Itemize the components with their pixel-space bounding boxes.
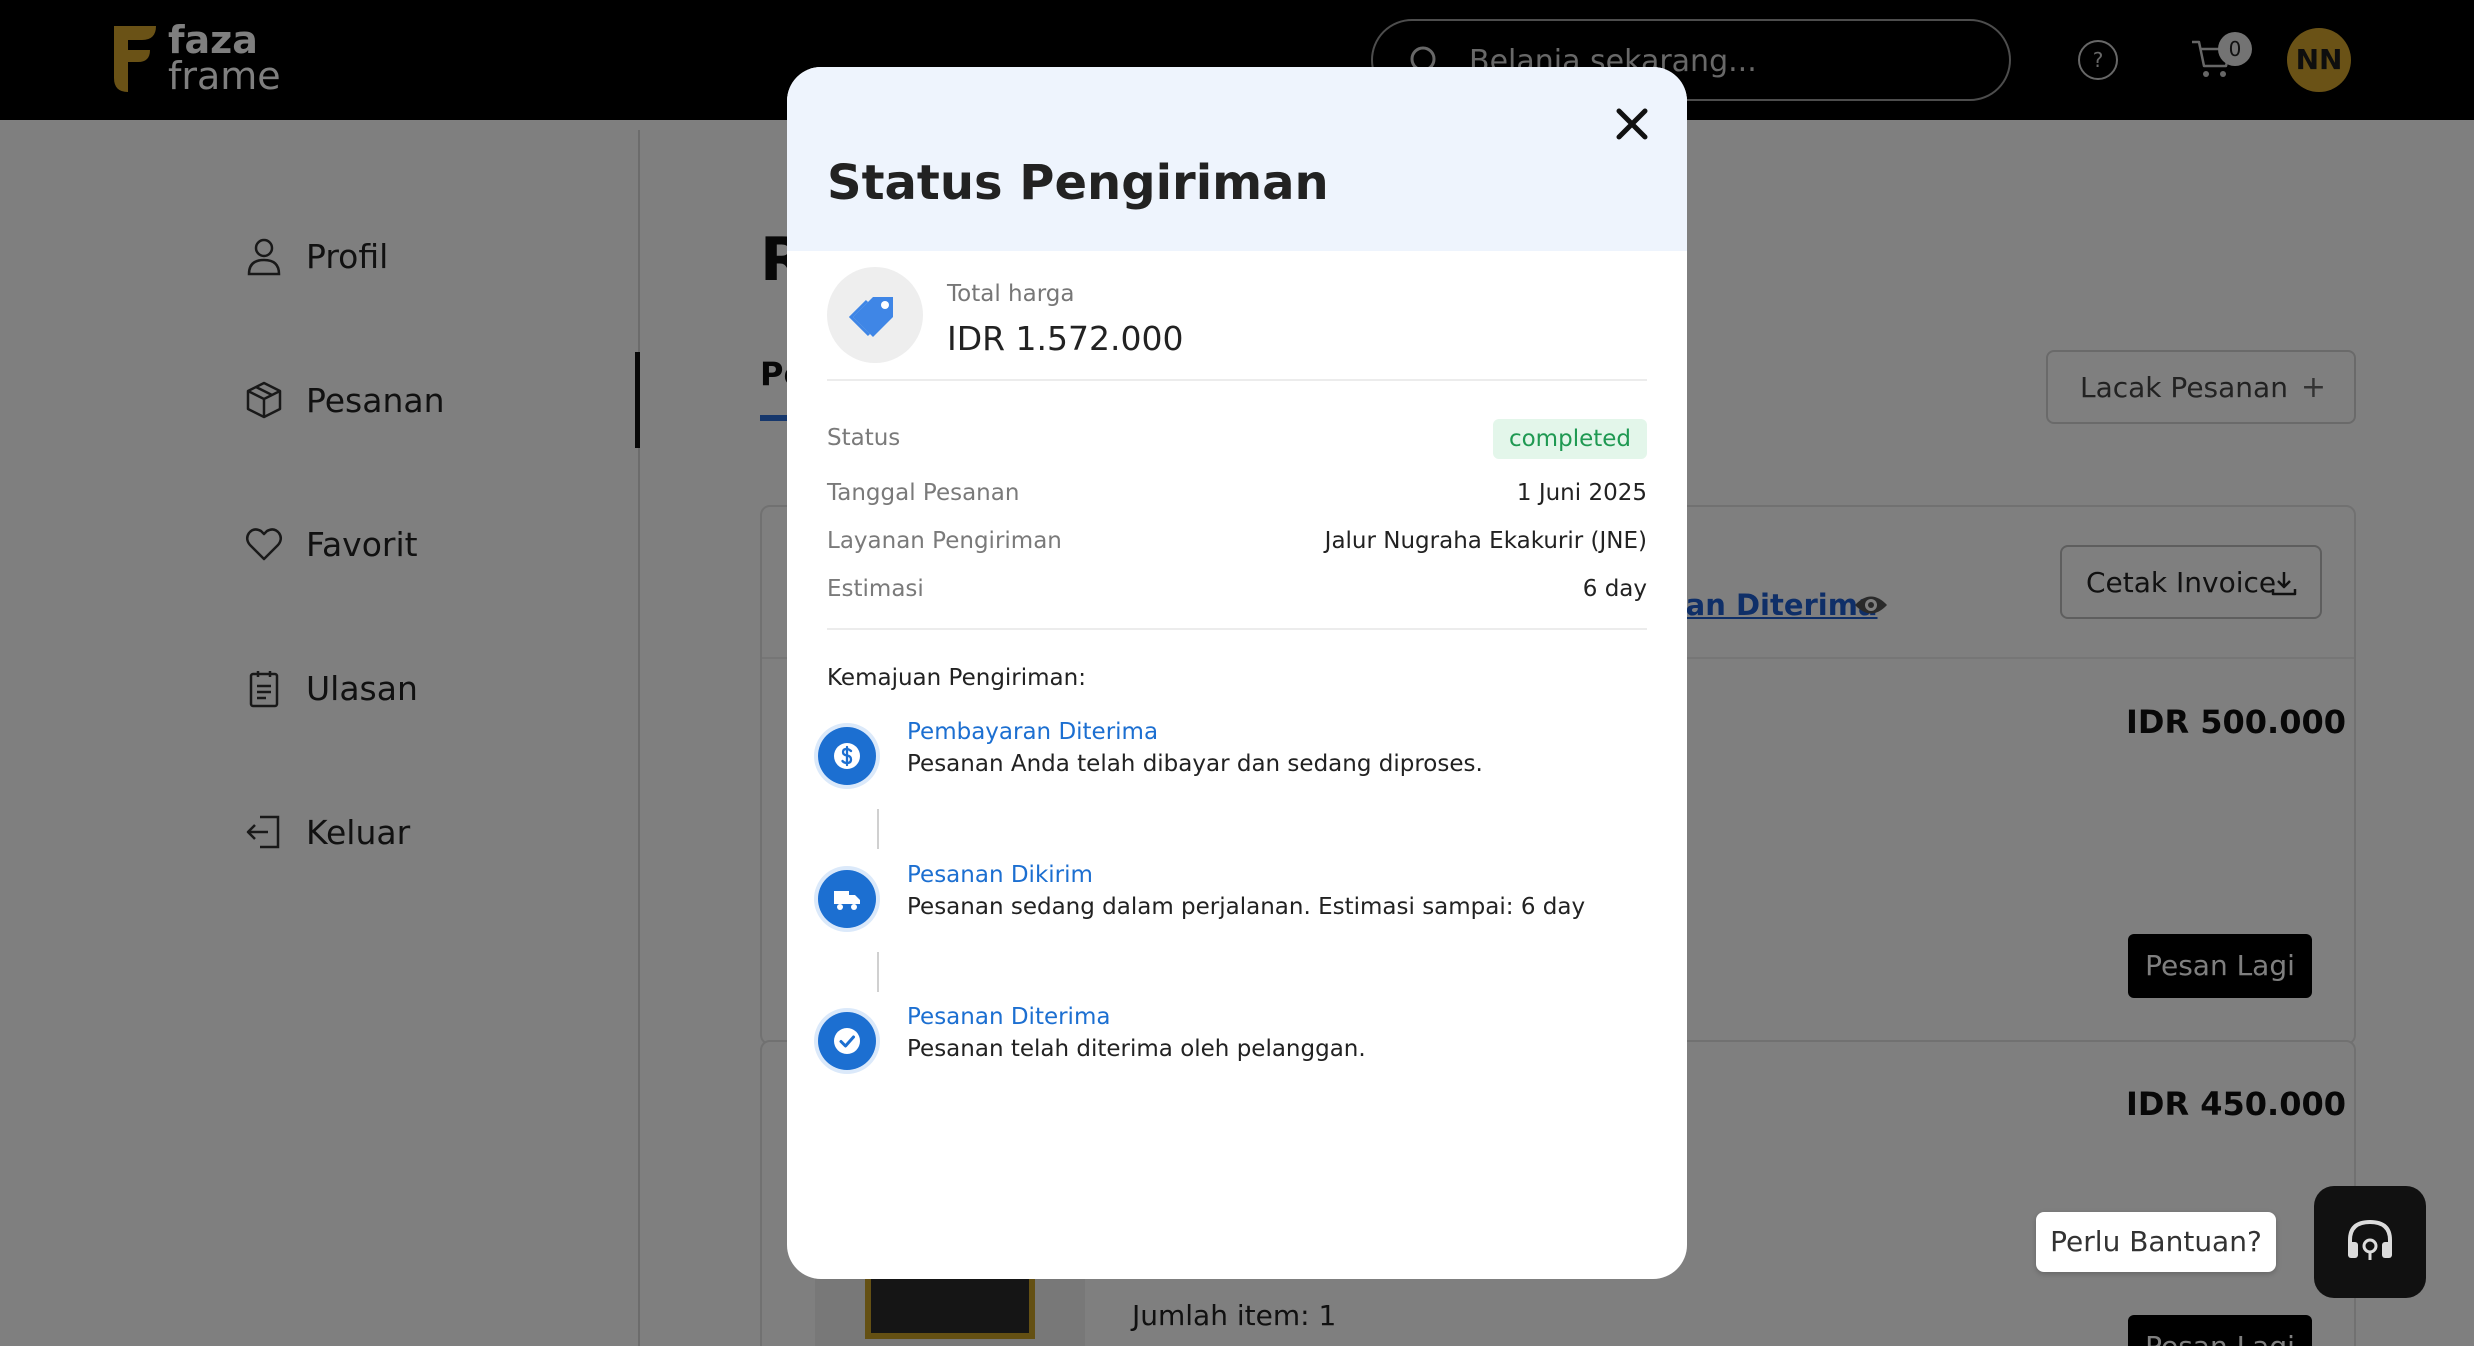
status-row: Status completed — [827, 419, 1647, 459]
step-badge — [818, 870, 876, 928]
check-icon — [834, 1028, 860, 1054]
price-tag-icon — [849, 297, 893, 337]
step-badge — [818, 1012, 876, 1070]
estimate-label: Estimasi — [827, 576, 924, 602]
progress-step: Pesanan Diterima Pesanan telah diterima … — [818, 1004, 1658, 1074]
modal-title: Status Pengiriman — [827, 155, 1329, 211]
step-title: Pesanan Diterima — [907, 1004, 1111, 1030]
step-title: Pesanan Dikirim — [907, 862, 1093, 888]
shipping-service-value: Jalur Nugraha Ekakurir (JNE) — [1324, 528, 1647, 554]
total-price-label: Total harga — [947, 281, 1075, 307]
help-tooltip[interactable]: Perlu Bantuan? — [2036, 1212, 2276, 1272]
estimate-value: 6 day — [1582, 576, 1647, 602]
progress-step: Pembayaran Diterima Pesanan Anda telah d… — [818, 719, 1658, 789]
dollar-icon — [834, 743, 860, 769]
close-icon[interactable] — [1609, 101, 1655, 147]
help-chat-button[interactable] — [2314, 1186, 2426, 1298]
status-badge: completed — [1492, 419, 1647, 459]
step-title: Pembayaran Diterima — [907, 719, 1159, 745]
modal-divider — [827, 379, 1647, 381]
step-connector — [877, 952, 879, 992]
progress-step: Pesanan Dikirim Pesanan sedang dalam per… — [818, 862, 1658, 932]
estimate-row: Estimasi 6 day — [827, 570, 1647, 610]
step-description: Pesanan Anda telah dibayar dan sedang di… — [907, 751, 1483, 777]
step-badge — [818, 727, 876, 785]
order-date-row: Tanggal Pesanan 1 Juni 2025 — [827, 474, 1647, 514]
headset-icon — [2348, 1219, 2392, 1260]
total-price-value: IDR 1.572.000 — [947, 319, 1184, 358]
truck-icon — [834, 891, 860, 910]
order-date-value: 1 Juni 2025 — [1516, 480, 1647, 506]
step-description: Pesanan telah diterima oleh pelanggan. — [907, 1036, 1366, 1062]
step-connector — [877, 809, 879, 849]
shipping-status-modal: Status Pengiriman Total harga IDR 1.572.… — [787, 67, 1687, 1279]
modal-divider — [827, 628, 1647, 630]
step-description: Pesanan sedang dalam perjalanan. Estimas… — [907, 894, 1586, 920]
shipping-service-label: Layanan Pengiriman — [827, 528, 1062, 554]
price-tag-badge — [827, 267, 923, 363]
shipping-service-row: Layanan Pengiriman Jalur Nugraha Ekakuri… — [827, 522, 1647, 562]
modal-header: Status Pengiriman — [787, 67, 1687, 251]
order-date-label: Tanggal Pesanan — [827, 480, 1020, 506]
status-label: Status — [827, 425, 901, 451]
progress-heading: Kemajuan Pengiriman: — [827, 665, 1086, 691]
